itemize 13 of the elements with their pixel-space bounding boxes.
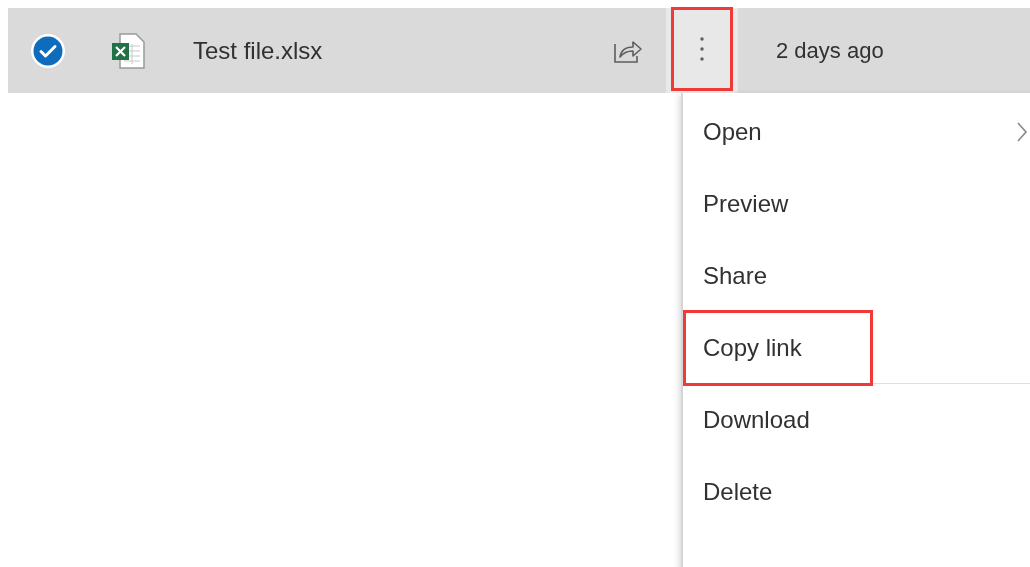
menu-item[interactable]: Share bbox=[683, 240, 1030, 312]
spreadsheet-file-icon bbox=[110, 31, 146, 70]
modified-date: 2 days ago bbox=[776, 37, 884, 65]
file-row[interactable]: Test file.xlsx 2 days ago bbox=[8, 8, 1030, 93]
more-icon bbox=[700, 37, 704, 61]
menu-item[interactable]: Open bbox=[683, 96, 1030, 168]
more-options-button[interactable] bbox=[671, 7, 733, 91]
chevron-right-icon bbox=[1016, 121, 1028, 143]
menu-item[interactable]: Preview bbox=[683, 168, 1030, 240]
file-name[interactable]: Test file.xlsx bbox=[193, 32, 613, 69]
menu-item[interactable]: Download bbox=[683, 384, 1030, 456]
menu-item[interactable]: Delete bbox=[683, 456, 1030, 528]
check-circle-icon[interactable] bbox=[30, 32, 66, 69]
